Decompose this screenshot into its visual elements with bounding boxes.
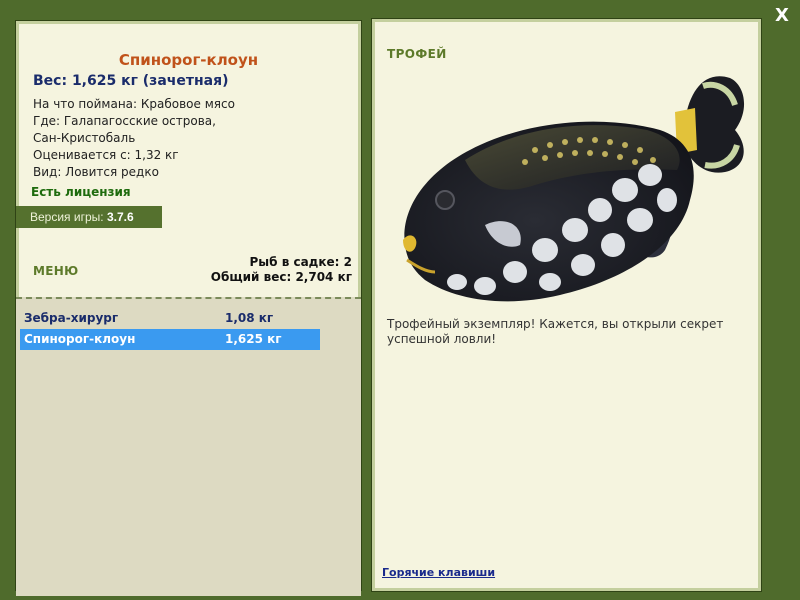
version-value: 3.7.6: [106, 210, 134, 224]
catch-weight: 1,08 кг: [225, 311, 274, 325]
game-version: Версия игры: 3.7.6: [16, 206, 162, 228]
trophy-description: Трофейный экземпляр! Кажется, вы открыли…: [387, 317, 724, 346]
bait-info: На что поймана: Крабовое мясо: [33, 97, 235, 111]
catch-row-selected[interactable]: Спинорог-клоун 1,625 кг: [20, 329, 320, 350]
hotkeys-link[interactable]: Горячие клавиши: [382, 566, 495, 579]
keep-stats: Рыб в садке: 2 Общий вес: 2,704 кг: [211, 255, 352, 285]
version-label: Версия игры:: [30, 210, 107, 224]
trophy-panel: ТРОФЕЙ Трофейный экземпляр! Кажется, вы …: [371, 18, 762, 592]
catch-name: Зебра-хирург: [24, 311, 119, 325]
fish-weight: Вес: 1,625 кг (зачетная): [33, 73, 229, 89]
catch-row[interactable]: Зебра-хирург 1,08 кг: [20, 308, 320, 329]
fish-title: Спинорог-клоун: [118, 51, 259, 69]
keep-total-weight: Общий вес: 2,704 кг: [210, 270, 352, 284]
catch-list: Зебра-хирург 1,08 кг Спинорог-клоун 1,62…: [16, 297, 361, 596]
location-info-cont: Сан-Кристобаль: [33, 131, 136, 145]
fish-info-panel: Спинорог-клоун Вес: 1,625 кг (зачетная) …: [15, 20, 362, 596]
close-button[interactable]: X: [770, 4, 794, 28]
valued-from-info: Оценивается с: 1,32 кг: [33, 148, 179, 162]
catch-name: Спинорог-клоун: [24, 332, 136, 346]
location-info: Где: Галапагосские острова,: [33, 114, 216, 128]
menu-button[interactable]: МЕНЮ: [33, 264, 78, 278]
catch-weight: 1,625 кг: [225, 332, 282, 346]
fish-details: На что поймана: Крабовое мясо Где: Галап…: [33, 96, 235, 181]
keep-count: Рыб в садке: 2: [249, 255, 353, 269]
license-status: Есть лицензия: [31, 185, 131, 199]
kind-info: Вид: Ловится редко: [33, 165, 159, 179]
fish-image: [403, 76, 745, 302]
